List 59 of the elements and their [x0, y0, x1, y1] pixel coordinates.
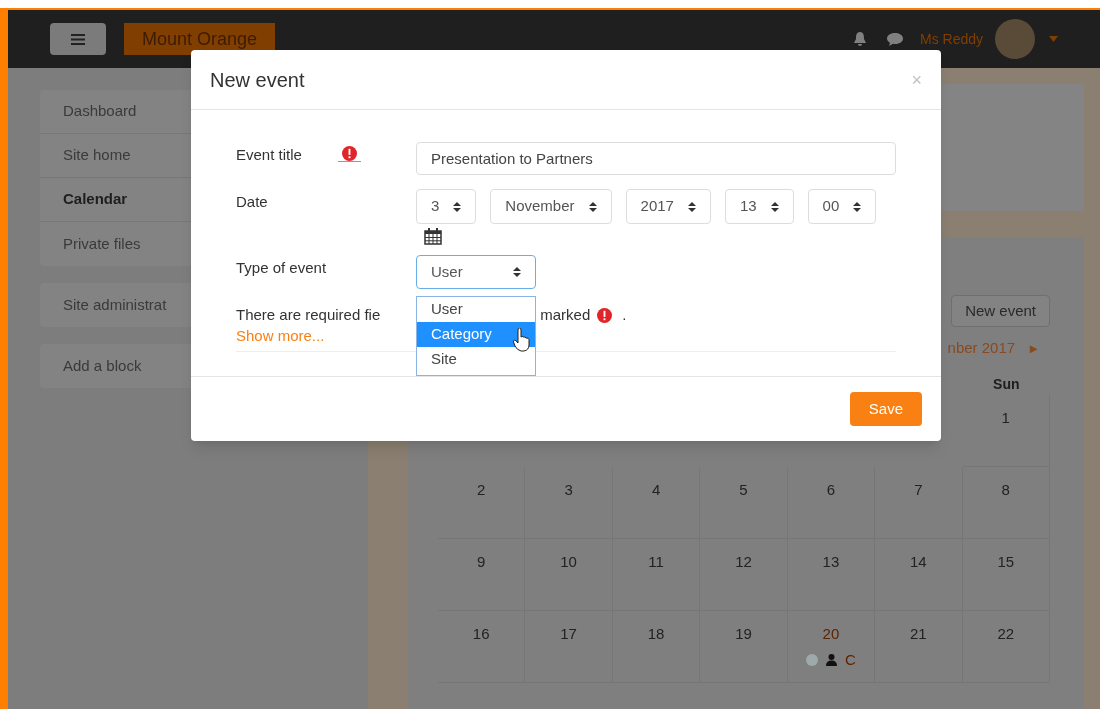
date-select[interactable]: 3	[416, 189, 477, 224]
day-number[interactable]: 9	[477, 550, 486, 573]
sort-caret-icon	[853, 201, 862, 212]
day-number[interactable]: 14	[910, 550, 927, 573]
day-number[interactable]: 2	[477, 478, 486, 501]
date-select[interactable]: 00	[807, 189, 877, 224]
dropdown-option[interactable]: User	[417, 297, 535, 322]
day-number[interactable]: 19	[735, 622, 752, 645]
event-label[interactable]: C	[845, 649, 856, 672]
sort-caret-icon	[770, 201, 779, 212]
day-number[interactable]: 4	[651, 478, 661, 501]
save-button[interactable]: Save	[849, 392, 922, 426]
modal-title: New event	[210, 67, 305, 93]
day-number[interactable]: 5	[739, 478, 748, 501]
day-number[interactable]: 15	[997, 550, 1015, 573]
day-number[interactable]: 13	[822, 550, 840, 573]
bell-icon[interactable]	[851, 31, 868, 47]
chat-icon[interactable]	[885, 31, 904, 47]
dropdown-option[interactable]: Site	[417, 347, 535, 372]
day-number[interactable]: 6	[826, 478, 836, 501]
day-number[interactable]: 11	[648, 550, 664, 573]
month-label: nber 2017	[947, 338, 1016, 358]
required-note: marked	[540, 305, 591, 325]
day-number[interactable]: 8	[1001, 478, 1010, 501]
day-number[interactable]: 22	[997, 622, 1015, 645]
required-note: .	[622, 305, 627, 325]
menu-button[interactable]	[50, 23, 106, 55]
exclamation-icon	[341, 146, 357, 161]
event-title-input[interactable]: Presentation to Partners	[416, 142, 896, 175]
sort-caret-icon	[513, 267, 521, 277]
sort-caret-icon	[588, 201, 597, 212]
user-name[interactable]: Ms Reddy	[919, 28, 983, 50]
sort-caret-icon	[687, 201, 696, 212]
required-note: There are required fie	[236, 305, 381, 325]
show-more-link[interactable]: Show more...	[236, 326, 325, 346]
day-number[interactable]: 18	[647, 622, 665, 645]
day-number[interactable]: 17	[560, 622, 577, 645]
day-number[interactable]: 10	[560, 550, 577, 573]
type-select[interactable]: User	[416, 255, 536, 289]
calendar-icon[interactable]	[424, 228, 442, 245]
day-number[interactable]: 16	[472, 622, 490, 645]
sort-caret-icon	[453, 201, 462, 212]
new-event-button[interactable]: New event	[951, 295, 1050, 327]
date-select[interactable]: 13	[724, 189, 794, 224]
day-number[interactable]: 1	[1001, 406, 1010, 429]
date-select[interactable]: 2017	[625, 189, 711, 224]
weekday-header: Sun	[992, 374, 1021, 394]
user-icon	[826, 654, 837, 667]
day-number[interactable]: 7	[914, 478, 923, 501]
menu-icon	[71, 33, 85, 45]
date-select[interactable]: November	[490, 189, 612, 224]
day-number[interactable]: 21	[910, 622, 927, 645]
day-number[interactable]: 20	[822, 622, 840, 645]
hand-cursor-icon	[513, 328, 531, 352]
exclamation-icon	[597, 307, 613, 323]
dropdown-option[interactable]: Category	[417, 322, 535, 347]
day-number[interactable]: 3	[564, 478, 573, 501]
day-number[interactable]: 12	[735, 550, 752, 573]
field-label: Type of event	[236, 258, 328, 278]
